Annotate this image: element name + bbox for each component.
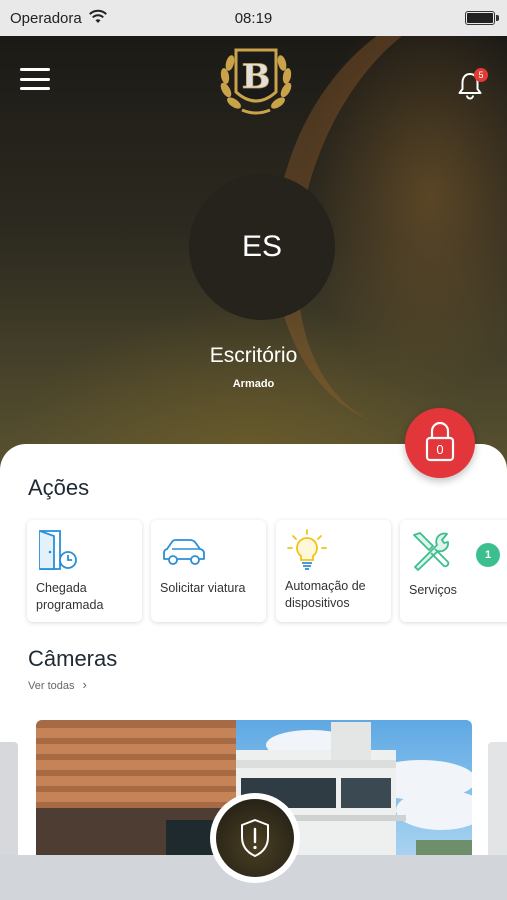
disarm-button[interactable]: 0 <box>405 408 475 478</box>
action-label: Solicitar viatura <box>160 581 246 595</box>
lock-count: 0 <box>436 442 444 457</box>
lightbulb-icon <box>287 529 327 570</box>
svg-text:B: B <box>242 57 271 97</box>
tools-icon <box>413 532 450 571</box>
action-services[interactable]: 1 Serviços <box>400 520 507 622</box>
see-all-cameras-link[interactable]: Ver todas › <box>28 677 87 692</box>
shield-alert-icon <box>241 819 269 857</box>
action-device-automation[interactable]: Automação de dispositivos <box>276 520 391 622</box>
car-icon <box>163 539 205 565</box>
actions-title: Ações <box>28 475 90 500</box>
camera-thumbnail-next[interactable] <box>488 742 507 862</box>
door-clock-icon <box>39 530 77 570</box>
panic-button[interactable] <box>210 793 300 883</box>
see-all-label: Ver todas <box>28 680 75 692</box>
action-label: Automação de dispositivos <box>285 579 366 610</box>
action-scheduled-arrival[interactable]: Chegada programada <box>27 520 142 622</box>
notifications-button[interactable]: 5 <box>456 68 488 100</box>
camera-thumbnail-prev[interactable] <box>0 742 18 862</box>
actions-carousel[interactable]: Chegada programada Solicitar viatura Aut… <box>27 520 507 624</box>
site-name: Escritório <box>209 344 298 367</box>
action-label: Chegada programada <box>36 581 104 612</box>
arm-status: Armado <box>232 378 275 390</box>
services-badge: 1 <box>476 543 500 567</box>
battery-icon <box>465 11 499 25</box>
brand-logo: B <box>220 48 292 115</box>
action-request-vehicle[interactable]: Solicitar viatura <box>151 520 266 622</box>
status-bar: Operadora 08:19 <box>0 0 507 36</box>
chevron-right-icon: › <box>82 677 87 692</box>
cameras-title: Câmeras <box>28 646 118 671</box>
site-avatar[interactable]: ES <box>189 174 335 320</box>
menu-icon[interactable] <box>20 68 50 90</box>
clock: 08:19 <box>234 10 273 27</box>
notification-badge: 5 <box>474 68 488 82</box>
action-label: Serviços <box>409 583 457 597</box>
